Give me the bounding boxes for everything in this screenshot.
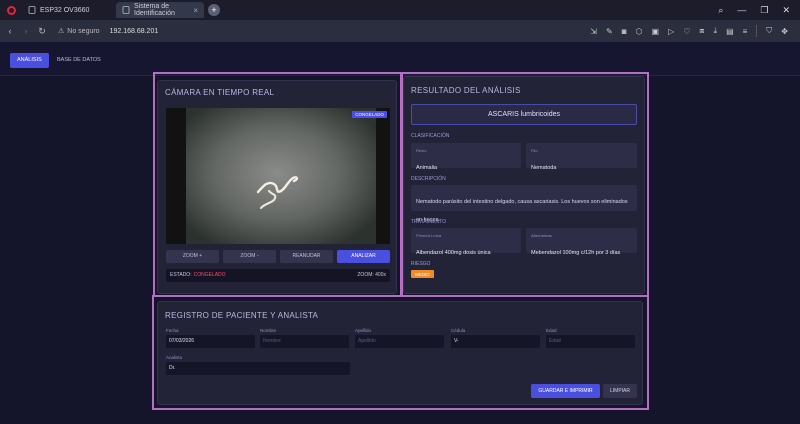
surname-label: Apellido xyxy=(355,328,372,333)
id-field[interactable]: V- xyxy=(451,335,540,348)
camera-icon[interactable]: ◙ xyxy=(622,27,627,36)
phylum-card: Filo Nematoda xyxy=(526,143,637,171)
resume-button[interactable]: REANUDAR xyxy=(280,250,333,263)
risk-label: RIESGO xyxy=(411,261,431,267)
name-field[interactable]: Nombre xyxy=(260,335,349,348)
analyst-label: Analista xyxy=(166,355,183,360)
cube-icon[interactable]: ⬡ xyxy=(636,27,643,36)
back-icon[interactable]: ‹ xyxy=(4,26,16,36)
heart-icon[interactable]: ♡ xyxy=(683,27,690,36)
extension-icon[interactable]: ⇲ xyxy=(590,27,597,36)
new-tab-button[interactable]: + xyxy=(208,4,220,16)
opera-logo-icon[interactable] xyxy=(7,5,16,15)
alternative-treatment-card: Alternativas Mebendazol 100mg c/12h por … xyxy=(526,228,637,256)
close-window-icon[interactable]: ✕ xyxy=(782,5,790,16)
forward-icon[interactable]: › xyxy=(20,26,32,36)
tab-label: ESP32 OV3660 xyxy=(40,6,90,14)
zoom-out-button[interactable]: ZOOM - xyxy=(223,250,276,263)
url-field[interactable]: 192.168.68.201 xyxy=(110,28,159,35)
app-navigation: ANÁLISIS BASE DE DATOS xyxy=(0,42,800,76)
primary-treatment-card: Primera Línea Albendazol 400mg dosis úni… xyxy=(411,228,521,256)
shield-icon[interactable]: ⛉ xyxy=(766,26,772,36)
bag-icon[interactable]: ▣ xyxy=(652,27,660,36)
panel-icon[interactable]: ▤ xyxy=(726,27,734,36)
download-icon[interactable]: ⤓ xyxy=(714,26,718,36)
camera-feed: CONGELADO xyxy=(166,108,390,244)
analyze-button[interactable]: ANALIZAR xyxy=(337,250,390,263)
browser-tab-sistema[interactable]: Sistema de Identificación × xyxy=(116,2,204,18)
clear-button[interactable]: LIMPIAR xyxy=(603,384,637,398)
browser-tab-bar: ESP32 OV3660 Sistema de Identificación ×… xyxy=(0,0,800,20)
minimize-icon[interactable]: — xyxy=(737,5,746,16)
classification-label: CLASIFICACIÓN xyxy=(411,133,450,139)
extension-puzzle-icon[interactable]: ✥ xyxy=(781,27,788,36)
camera-panel: CÁMARA EN TIEMPO REAL CONGELADO ZOOM + Z… xyxy=(157,80,397,294)
edit-icon[interactable]: ✎ xyxy=(606,27,613,36)
surname-field[interactable]: Apellido xyxy=(355,335,444,348)
browser-tab-esp32[interactable]: ESP32 OV3660 xyxy=(22,2,102,18)
tab-analysis[interactable]: ANÁLISIS xyxy=(10,53,49,68)
phylum-value: Nematoda xyxy=(531,165,557,171)
save-print-button[interactable]: GUARDAR E IMPRIMIR xyxy=(531,384,600,398)
description-text: Nematodo parásito del intestino delgado,… xyxy=(416,199,628,223)
tab-label: Sistema de Identificación xyxy=(134,3,175,17)
result-panel: RESULTADO DEL ANÁLISIS ASCARIS lumbricoi… xyxy=(403,76,645,294)
play-icon[interactable]: ▷ xyxy=(668,27,674,36)
result-title: RESULTADO DEL ANÁLISIS xyxy=(411,86,521,95)
menu-icon[interactable]: ≡ xyxy=(743,27,748,36)
restore-icon[interactable]: ❐ xyxy=(760,5,768,16)
name-label: Nombre xyxy=(260,328,277,333)
primary-treatment-key: Primera Línea xyxy=(416,233,442,238)
age-field[interactable]: Edad xyxy=(546,335,635,348)
zoom-readout: ZOOM: 400x xyxy=(357,272,386,278)
page-icon xyxy=(28,6,36,14)
page-icon xyxy=(122,6,130,14)
address-bar: ‹ › ↻ ⚠ No seguro 192.168.68.201 ⇲ ✎ ◙ ⬡… xyxy=(0,20,800,42)
date-field[interactable]: 07/03/2026 xyxy=(166,335,255,348)
security-indicator[interactable]: ⚠ No seguro xyxy=(58,27,100,36)
frozen-badge: CONGELADO xyxy=(352,111,387,118)
kingdom-key: Reino xyxy=(416,148,427,153)
alternative-treatment-key: Alternativas xyxy=(531,233,552,238)
warning-icon: ⚠ xyxy=(58,28,65,35)
registration-panel: REGISTRO DE PACIENTE Y ANALISTA Fecha 07… xyxy=(157,301,643,405)
reload-icon[interactable]: ↻ xyxy=(36,26,48,37)
primary-treatment-value: Albendazol 400mg dosis única xyxy=(416,250,491,256)
zoom-in-button[interactable]: ZOOM + xyxy=(166,250,219,263)
age-label: Edad xyxy=(546,328,557,333)
divider xyxy=(756,25,758,37)
status-value: CONGELADO xyxy=(193,272,226,278)
window-controls: ⌕ — ❐ ✕ xyxy=(718,5,800,16)
alternative-treatment-value: Mebendazol 100mg c/12h por 3 días xyxy=(531,250,621,256)
description-label: DESCRIPCIÓN xyxy=(411,176,446,182)
description-card: Nematodo parásito del intestino delgado,… xyxy=(411,185,637,223)
analyst-field[interactable]: Dr. xyxy=(166,362,350,375)
close-tab-icon[interactable]: × xyxy=(193,6,198,15)
tab-database[interactable]: BASE DE DATOS xyxy=(50,53,108,68)
registration-title: REGISTRO DE PACIENTE Y ANALISTA xyxy=(165,311,319,320)
camera-controls: ZOOM + ZOOM - REANUDAR ANALIZAR xyxy=(166,250,390,263)
box-icon[interactable]: ⧈ xyxy=(699,26,704,36)
kingdom-card: Reino Animalia xyxy=(411,143,521,171)
phylum-key: Filo xyxy=(531,148,538,153)
camera-status-bar: ESTADO: CONGELADO ZOOM: 400x xyxy=(166,269,390,282)
camera-image xyxy=(166,108,390,244)
search-icon[interactable]: ⌕ xyxy=(718,5,723,16)
id-label: Cédula xyxy=(451,328,466,333)
kingdom-value: Animalia xyxy=(416,165,438,171)
address-bar-icons: ⇲ ✎ ◙ ⬡ ▣ ▷ ♡ ⧈ ⤓ ▤ ≡ ⛉ ✥ xyxy=(590,25,800,37)
species-name: ASCARIS lumbricoides xyxy=(411,104,637,125)
treatment-label: TRATAMIENTO xyxy=(411,219,446,225)
risk-badge: MEDIO xyxy=(411,270,434,278)
date-label: Fecha xyxy=(166,328,179,333)
status-label: ESTADO: xyxy=(170,272,192,278)
not-secure-label: No seguro xyxy=(67,27,100,35)
camera-title: CÁMARA EN TIEMPO REAL xyxy=(165,88,275,97)
